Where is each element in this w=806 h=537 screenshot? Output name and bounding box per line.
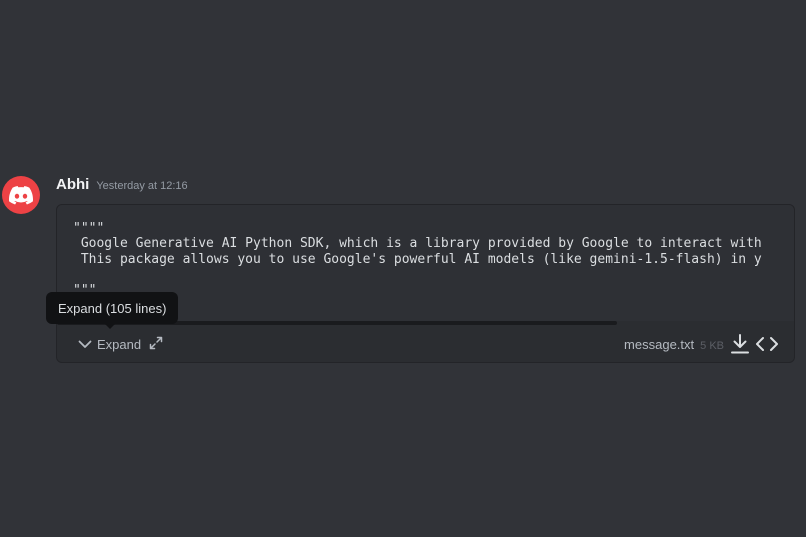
expand-label: Expand bbox=[97, 336, 142, 352]
code-icon bbox=[756, 337, 778, 351]
message-timestamp: Yesterday at 12:16 bbox=[96, 180, 188, 192]
chevron-down-icon bbox=[78, 340, 92, 348]
code-line: Google Generative AI Python SDK, which i… bbox=[73, 236, 762, 251]
expand-tooltip: Expand (105 lines) bbox=[46, 292, 179, 329]
avatar[interactable] bbox=[2, 176, 40, 214]
author-name[interactable]: Abhi bbox=[56, 176, 89, 193]
code-line: This package allows you to use Google's … bbox=[73, 252, 762, 267]
discord-logo-icon bbox=[9, 185, 33, 204]
tooltip-text: Expand (105 lines) bbox=[58, 300, 167, 316]
message-header: Abhi Yesterday at 12:16 bbox=[56, 176, 188, 193]
fullscreen-button[interactable] bbox=[149, 336, 163, 350]
expand-button[interactable]: Expand bbox=[77, 333, 141, 355]
code-line: """" bbox=[73, 221, 105, 236]
download-icon bbox=[731, 334, 749, 354]
file-size: 5 KB bbox=[700, 340, 724, 352]
expand-arrows-icon bbox=[149, 336, 163, 350]
text-file-attachment: """" Google Generative AI Python SDK, wh… bbox=[56, 204, 795, 363]
file-name[interactable]: message.txt bbox=[624, 337, 694, 352]
download-button[interactable] bbox=[730, 333, 750, 355]
attachment-footer: Expand message.txt 5 KB bbox=[57, 325, 794, 362]
view-source-button[interactable] bbox=[755, 335, 779, 353]
file-info: message.txt 5 KB bbox=[624, 337, 724, 352]
tooltip-arrow bbox=[105, 324, 115, 329]
